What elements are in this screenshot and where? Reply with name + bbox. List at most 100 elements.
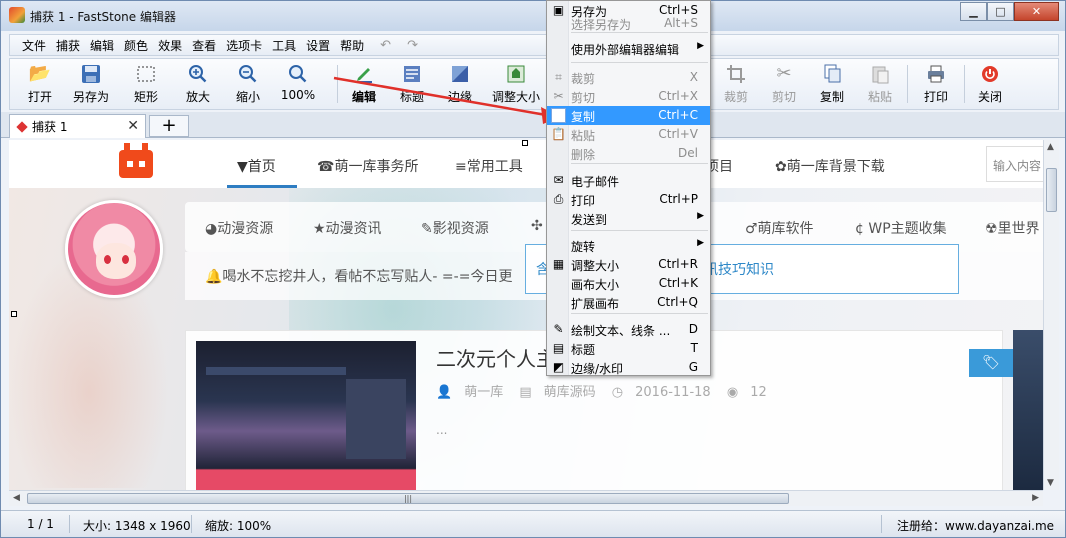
edit-button[interactable]: 编辑 xyxy=(346,61,382,109)
context-menu-item[interactable]: 删除 Del xyxy=(547,144,710,163)
close-window-button[interactable]: ✕ xyxy=(1014,2,1059,21)
scroll-down-icon[interactable]: ▼ xyxy=(1047,478,1054,488)
caption-button[interactable]: 标题 xyxy=(394,61,430,109)
submenu-arrow-icon: ▶ xyxy=(697,211,704,221)
paste-icon xyxy=(869,63,891,85)
horizontal-scroll-thumb[interactable]: ||| xyxy=(27,493,789,504)
context-menu-item[interactable]: 旋转 ▶ xyxy=(547,236,710,255)
post-category: 萌库源码 xyxy=(543,385,596,400)
context-menu-label: 裁剪 xyxy=(571,72,596,86)
menu-edit[interactable]: 编辑 xyxy=(90,37,114,54)
print-button[interactable]: 打印 xyxy=(916,61,956,109)
menu-tools[interactable]: 工具 xyxy=(272,37,296,54)
context-menu-shortcut: Ctrl+X xyxy=(658,89,698,103)
maximize-button[interactable]: □ xyxy=(987,2,1014,21)
new-tab-button[interactable]: + xyxy=(149,115,189,137)
context-menu-item[interactable]: ⎙ 打印 Ctrl+P xyxy=(547,190,710,209)
context-menu-item[interactable]: ✎ 绘制文本、线条 ... D xyxy=(547,320,710,339)
scroll-up-icon[interactable]: ▲ xyxy=(1047,142,1054,152)
nav-home: ▼首页 xyxy=(237,159,276,175)
save-as-label: 另存为 xyxy=(72,90,109,104)
context-menu-label: 发送到 xyxy=(571,213,608,227)
status-zoom: 缩放: 100% xyxy=(205,519,272,533)
context-menu-item[interactable]: ◩ 边缘/水印 G xyxy=(547,358,710,377)
context-menu-item[interactable]: ✉ 电子邮件 xyxy=(547,171,710,190)
site-avatar xyxy=(65,200,163,298)
open-button[interactable]: 📂 打开 xyxy=(20,61,60,109)
tab-close-icon[interactable]: ✕ xyxy=(127,118,139,134)
crop-button[interactable]: 裁剪 xyxy=(718,61,754,109)
menu-tabs[interactable]: 选项卡 xyxy=(226,37,262,54)
context-menu-item[interactable]: ▤ 标题 T xyxy=(547,339,710,358)
context-menu-item[interactable]: 使用外部编辑器编辑 ▶ xyxy=(547,39,710,58)
category-item: ◕动漫资源 xyxy=(205,221,274,237)
scissors-icon: ✂ xyxy=(553,89,564,103)
zoom-level-button[interactable]: 100% xyxy=(276,61,320,109)
context-menu-shortcut: Alt+S xyxy=(664,16,698,30)
context-menu-item[interactable]: 扩展画布 Ctrl+Q xyxy=(547,293,710,312)
horizontal-scrollbar[interactable]: ◀ ||| ▶ xyxy=(9,490,1043,506)
status-bar: 1 / 1 大小: 1348 x 1960 缩放: 100% 注册给：www.d… xyxy=(1,510,1065,537)
submenu-arrow-icon: ▶ xyxy=(697,238,704,248)
submenu-arrow-icon: ▶ xyxy=(697,41,704,51)
menu-help[interactable]: 帮助 xyxy=(340,37,364,54)
menu-capture[interactable]: 捕获 xyxy=(56,37,80,54)
context-menu-item[interactable]: 📋 粘贴 Ctrl+V xyxy=(547,125,710,144)
context-menu-item[interactable]: ✂ 剪切 Ctrl+X xyxy=(547,87,710,106)
scroll-right-icon[interactable]: ▶ xyxy=(1032,493,1039,503)
rectangle-select-icon xyxy=(135,63,157,85)
image-canvas[interactable]: ▼首页 ☎萌一库事务所 ≡常用工具 项目 ✿萌一库背景下载 输入内容 ◕动漫资源… xyxy=(9,140,1043,490)
minimize-button[interactable]: ▁ xyxy=(960,2,987,21)
faststone-app-icon[interactable] xyxy=(9,7,25,23)
crop-icon: ⌗ xyxy=(555,70,562,84)
copy-icon xyxy=(821,63,843,85)
save-as-button[interactable]: 另存为 xyxy=(68,61,114,109)
vertical-scroll-thumb[interactable] xyxy=(1046,168,1057,212)
selection-handle[interactable] xyxy=(522,140,528,146)
tab-capture-1[interactable]: 捕获 1 ✕ xyxy=(9,114,146,138)
site-search-box: 输入内容 xyxy=(986,146,1043,182)
copy-button[interactable]: 复制 xyxy=(814,61,850,109)
vertical-scrollbar[interactable]: ▲ ▼ xyxy=(1043,140,1059,490)
zoom-in-label: 放大 xyxy=(185,90,210,104)
context-menu-label: 复制 xyxy=(571,110,596,124)
zoom-out-button[interactable]: 缩小 xyxy=(228,61,268,109)
caption-icon: ▤ xyxy=(552,341,565,355)
close-image-button[interactable]: 关闭 xyxy=(970,61,1010,109)
save-icon xyxy=(80,63,102,85)
undo-icon[interactable]: ↶ xyxy=(380,38,391,53)
redo-icon[interactable]: ↷ xyxy=(407,38,418,53)
menu-settings[interactable]: 设置 xyxy=(306,37,330,54)
context-menu-label: 调整大小 xyxy=(571,259,620,273)
menu-color[interactable]: 颜色 xyxy=(124,37,148,54)
paste-button[interactable]: 粘贴 xyxy=(862,61,898,109)
menu-file[interactable]: 文件 xyxy=(22,37,46,54)
context-menu-shortcut: Ctrl+K xyxy=(658,276,698,290)
context-menu-item[interactable]: ❐ 复制 Ctrl+C xyxy=(547,106,710,125)
edit-label: 编辑 xyxy=(351,90,376,104)
cut-button[interactable]: ✂ 剪切 xyxy=(766,61,802,109)
site-logo xyxy=(119,143,153,178)
draw-pen-icon xyxy=(353,63,375,85)
context-menu-item[interactable]: ⌗ 裁剪 X xyxy=(547,68,710,87)
rectangle-select-button[interactable]: 矩形 xyxy=(122,61,170,109)
title-bar: 捕获 1 - FastStone 编辑器 ▁ □ ✕ xyxy=(1,1,1065,31)
context-menu-shortcut: G xyxy=(688,360,698,374)
context-menu-item[interactable]: 选择另存为 Alt+S xyxy=(547,14,710,33)
menu-effects[interactable]: 效果 xyxy=(158,37,182,54)
context-menu-shortcut: Ctrl+C xyxy=(658,108,698,122)
resize-button[interactable]: 调整大小 xyxy=(486,61,546,109)
edge-button[interactable]: 边缘 xyxy=(442,61,478,109)
selection-handle[interactable] xyxy=(11,311,17,317)
menu-view[interactable]: 查看 xyxy=(192,37,216,54)
zoom-in-icon xyxy=(187,63,209,85)
context-menu-label: 旋转 xyxy=(571,240,596,254)
zoom-in-button[interactable]: 放大 xyxy=(178,61,218,109)
power-icon xyxy=(979,63,1001,85)
context-menu-item[interactable]: 发送到 ▶ xyxy=(547,209,710,228)
resize-icon: ▦ xyxy=(552,257,565,271)
context-menu-item[interactable]: ▦ 调整大小 Ctrl+R xyxy=(547,255,710,274)
scroll-left-icon[interactable]: ◀ xyxy=(13,493,20,503)
post-thumbnail xyxy=(196,341,416,490)
context-menu-item[interactable]: 画布大小 Ctrl+K xyxy=(547,274,710,293)
